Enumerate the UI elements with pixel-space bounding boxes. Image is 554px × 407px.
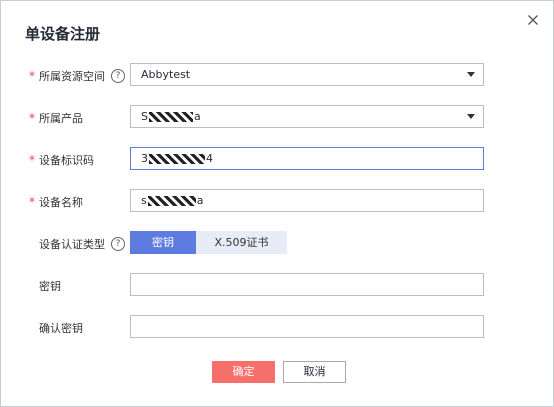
auth-option-x509[interactable]: X.509证书 (196, 231, 287, 254)
secret-row: * 密钥 (1, 273, 554, 299)
device-id-label: 设备标识码 (39, 154, 94, 167)
register-device-dialog: 单设备注册 * 所属资源空间 ? Abbytest * 所属产品 S a * 设… (0, 0, 554, 407)
device-id-value-prefix: 3 (141, 152, 148, 165)
secret-label: 密钥 (39, 280, 61, 293)
product-value-prefix: S (141, 110, 148, 123)
device-name-input[interactable]: s a (130, 189, 484, 212)
auth-type-row: * 设备认证类型 ? 密钥 X.509证书 (1, 231, 554, 257)
device-id-value-suffix: 4 (206, 152, 213, 165)
resource-space-value: Abbytest (141, 68, 191, 81)
required-mark: * (29, 69, 35, 83)
device-id-input[interactable]: 3 4 (130, 147, 484, 170)
device-name-value-suffix: a (196, 194, 204, 207)
required-mark: * (29, 153, 35, 167)
device-name-row: * 设备名称 s a (1, 189, 554, 215)
resource-space-row: * 所属资源空间 ? Abbytest (1, 63, 554, 89)
ok-button[interactable]: 确定 (212, 361, 275, 383)
redaction-mask (148, 111, 193, 122)
product-value-suffix: a (193, 110, 201, 123)
confirm-secret-input[interactable] (130, 315, 484, 338)
confirm-secret-row: * 确认密钥 (1, 315, 554, 341)
product-select[interactable]: S a (130, 105, 484, 128)
device-name-value-prefix: s (141, 194, 147, 207)
required-mark: * (29, 111, 35, 125)
question-circle-icon[interactable]: ? (111, 237, 125, 251)
secret-input[interactable] (130, 273, 484, 296)
close-icon[interactable] (525, 12, 541, 28)
chevron-down-icon (467, 114, 475, 119)
auth-option-secret[interactable]: 密钥 (130, 231, 196, 254)
redaction-mask (149, 153, 205, 164)
auth-type-label: 设备认证类型 (39, 238, 105, 251)
confirm-secret-label: 确认密钥 (39, 322, 83, 335)
device-name-label: 设备名称 (39, 196, 83, 209)
auth-type-toggle: 密钥 X.509证书 (130, 231, 287, 254)
dialog-title: 单设备注册 (25, 25, 101, 43)
cancel-button[interactable]: 取消 (283, 361, 346, 383)
redaction-mask (147, 195, 196, 206)
required-mark: * (29, 195, 35, 209)
question-circle-icon[interactable]: ? (111, 69, 125, 83)
product-label: 所属产品 (39, 112, 83, 125)
resource-space-select[interactable]: Abbytest (130, 63, 484, 86)
chevron-down-icon (467, 72, 475, 77)
product-row: * 所属产品 S a (1, 105, 554, 131)
resource-space-label: 所属资源空间 (39, 70, 105, 83)
device-id-row: * 设备标识码 3 4 (1, 147, 554, 173)
